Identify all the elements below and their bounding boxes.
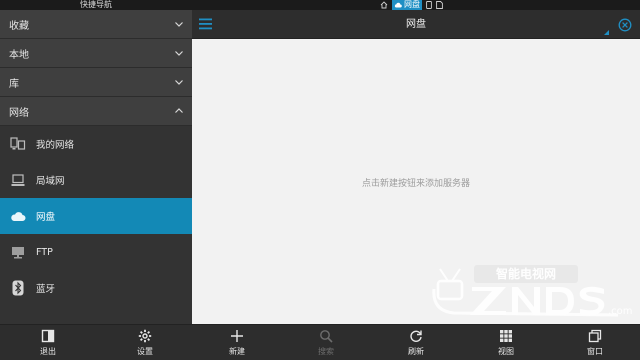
sidebar-item-cloud-drive[interactable]: 网盘 — [0, 198, 192, 234]
section-label: 本地 — [9, 49, 29, 61]
exit-icon — [41, 329, 55, 343]
cloud-drive-tab[interactable]: 网盘 — [392, 0, 422, 10]
window-button[interactable]: 窗口 — [577, 325, 613, 360]
view-label: 视图 — [498, 347, 514, 356]
corner-indicator — [604, 30, 609, 35]
sidebar-item-label: 局域网 — [36, 176, 65, 187]
chevron-down-icon — [175, 80, 183, 85]
sidebar: 收藏 本地 库 网络 我的网络 局域网 网盘 FTP 蓝牙 — [0, 10, 192, 324]
svg-text:智能电视网: 智能电视网 — [495, 266, 556, 281]
sidebar-section-network[interactable]: 网络 — [0, 97, 192, 126]
new-label: 新建 — [229, 347, 245, 356]
exit-label: 退出 — [40, 347, 56, 356]
sidebar-item-label: 我的网络 — [36, 140, 75, 151]
quick-nav-title: 快捷导航 — [80, 0, 112, 9]
sidebar-item-my-network[interactable]: 我的网络 — [0, 126, 192, 162]
settings-button[interactable]: 设置 — [127, 325, 163, 360]
chevron-down-icon — [175, 22, 183, 27]
search-icon — [320, 330, 333, 343]
cloud-drive-icon — [11, 211, 26, 221]
search-button[interactable]: 搜索 — [308, 325, 344, 360]
window-tabs: 网盘 — [380, 0, 443, 10]
lan-icon — [11, 173, 25, 186]
plus-icon — [231, 330, 243, 342]
refresh-icon — [410, 330, 422, 342]
top-strip: 快捷导航 网盘 — [0, 0, 640, 10]
sidebar-item-lan[interactable]: 局域网 — [0, 162, 192, 198]
bottom-toolbar: 退出 设置 新建 搜索 刷新 视图 窗口 — [0, 324, 640, 360]
empty-state-hint: 点击新建按钮来添加服务器 — [361, 179, 470, 189]
home-icon — [380, 1, 388, 9]
sidebar-item-label: FTP — [36, 246, 53, 258]
content-area: 点击新建按钮来添加服务器 智能电视网 .com — [192, 39, 640, 324]
refresh-button[interactable]: 刷新 — [398, 325, 434, 360]
settings-label: 设置 — [137, 347, 153, 356]
windows-icon — [588, 329, 602, 343]
chevron-up-icon — [175, 108, 183, 113]
new-button[interactable]: 新建 — [219, 325, 255, 360]
gear-icon — [138, 329, 152, 343]
sidebar-item-bluetooth[interactable]: 蓝牙 — [0, 270, 192, 306]
window-label: 窗口 — [587, 347, 603, 356]
cloud-icon — [394, 2, 402, 8]
cloud-drive-tab-label: 网盘 — [404, 0, 420, 9]
close-icon[interactable] — [618, 18, 632, 32]
exit-button[interactable]: 退出 — [30, 325, 66, 360]
section-label: 收藏 — [9, 20, 29, 32]
page-title: 网盘 — [406, 19, 426, 30]
sidebar-item-partial — [0, 306, 192, 324]
grid-view-icon — [500, 330, 512, 342]
sidebar-section-favorites[interactable]: 收藏 — [0, 10, 192, 39]
search-label: 搜索 — [318, 347, 334, 356]
section-label: 库 — [9, 78, 19, 90]
sidebar-section-library[interactable]: 库 — [0, 68, 192, 97]
document-icon — [436, 1, 443, 9]
view-button[interactable]: 视图 — [488, 325, 524, 360]
chevron-down-icon — [175, 51, 183, 56]
section-label: 网络 — [9, 107, 29, 119]
sidebar-item-label: 网盘 — [36, 212, 56, 223]
my-network-icon — [10, 137, 26, 150]
sidebar-item-label: 蓝牙 — [36, 284, 56, 295]
refresh-label: 刷新 — [408, 347, 424, 356]
sidebar-section-local[interactable]: 本地 — [0, 39, 192, 68]
svg-text:.com: .com — [608, 306, 633, 317]
phone-tab[interactable] — [426, 1, 432, 9]
ftp-icon — [12, 246, 24, 258]
bluetooth-icon — [12, 280, 24, 296]
document-tab[interactable] — [436, 1, 443, 9]
phone-icon — [426, 1, 432, 9]
app-bar: 网盘 — [192, 10, 640, 39]
sidebar-item-ftp[interactable]: FTP — [0, 234, 192, 270]
znds-watermark-logo: 智能电视网 .com — [432, 265, 633, 317]
home-tab[interactable] — [380, 1, 388, 9]
